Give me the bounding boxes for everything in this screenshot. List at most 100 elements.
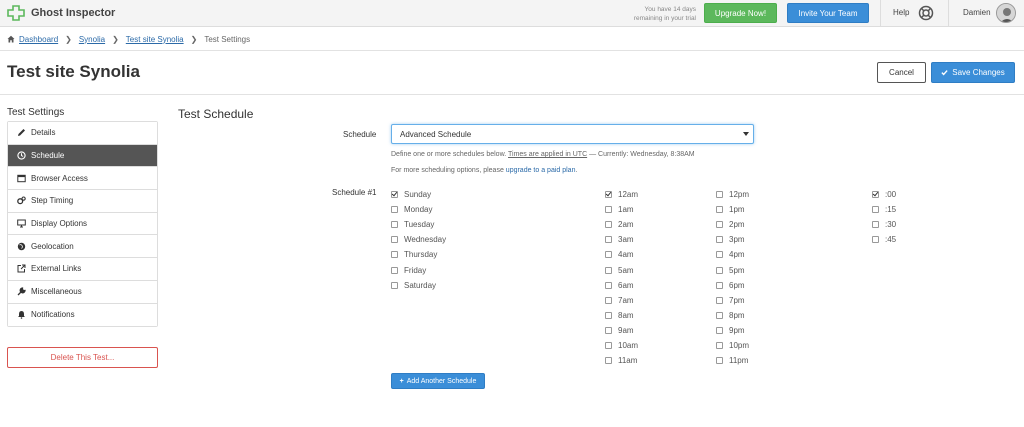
checkbox[interactable] <box>716 266 723 274</box>
checkbox[interactable] <box>391 266 398 274</box>
checkbox[interactable] <box>391 206 398 214</box>
day-checkbox[interactable]: Tuesday <box>391 217 446 232</box>
cancel-button[interactable]: Cancel <box>877 62 926 83</box>
hour-checkbox[interactable]: 3pm <box>716 232 749 247</box>
hour-checkbox[interactable]: 8pm <box>716 308 749 323</box>
hour-checkbox[interactable]: 12am <box>605 187 638 202</box>
minute-checkbox[interactable]: :15 <box>872 202 896 217</box>
checkbox[interactable] <box>605 266 612 274</box>
checkbox[interactable] <box>716 221 723 229</box>
save-changes-button[interactable]: Save Changes <box>931 62 1015 83</box>
sidebar-item-schedule[interactable]: Schedule <box>8 144 157 168</box>
hour-checkbox[interactable]: 5am <box>605 262 638 277</box>
breadcrumb-test-site[interactable]: Test site Synolia <box>126 35 184 44</box>
checkbox[interactable] <box>872 221 879 229</box>
sidebar-item-notifications[interactable]: Notifications <box>8 303 157 327</box>
sidebar-item-miscellaneous[interactable]: Miscellaneous <box>8 280 157 304</box>
checkbox[interactable] <box>605 326 612 334</box>
upgrade-plan-link[interactable]: upgrade to a paid plan <box>506 167 576 174</box>
hour-checkbox[interactable]: 2am <box>605 217 638 232</box>
user-menu[interactable]: Damien <box>963 8 991 17</box>
checkbox[interactable] <box>605 296 612 304</box>
lifering-icon[interactable] <box>918 5 934 21</box>
hours-pm-column: 12pm 1pm 2pm 3pm 4pm 5pm 6pm 7pm 8pm 9pm 10pm 11pm <box>716 187 749 368</box>
day-checkbox[interactable]: Monday <box>391 202 446 217</box>
checkbox[interactable] <box>716 191 723 199</box>
checkbox[interactable] <box>605 251 612 259</box>
breadcrumb-synolia[interactable]: Synolia <box>79 35 105 44</box>
hour-checkbox[interactable]: 7pm <box>716 293 749 308</box>
sidebar-item-browser-access[interactable]: Browser Access <box>8 167 157 191</box>
hour-checkbox[interactable]: 11pm <box>716 353 749 368</box>
sidebar-item-step-timing[interactable]: Step Timing <box>8 190 157 213</box>
checkbox[interactable] <box>605 357 612 365</box>
checkbox[interactable] <box>605 191 612 199</box>
checkbox[interactable] <box>716 236 723 244</box>
invite-team-button[interactable]: Invite Your Team <box>787 3 869 23</box>
delete-test-button[interactable]: Delete This Test... <box>7 347 158 368</box>
minute-checkbox[interactable]: :00 <box>872 187 896 202</box>
minute-checkbox[interactable]: :45 <box>872 232 896 247</box>
checkbox[interactable] <box>716 281 723 289</box>
checkbox[interactable] <box>605 281 612 289</box>
hour-checkbox[interactable]: 1pm <box>716 202 749 217</box>
hour-checkbox[interactable]: 12pm <box>716 187 749 202</box>
sidebar-item-geolocation[interactable]: Geolocation <box>8 235 157 259</box>
day-checkbox[interactable]: Sunday <box>391 187 446 202</box>
day-checkbox[interactable]: Friday <box>391 262 446 277</box>
checkbox[interactable] <box>716 357 723 365</box>
sidebar-item-external-links[interactable]: External Links <box>8 258 157 281</box>
hour-checkbox[interactable]: 2pm <box>716 217 749 232</box>
sidebar-item-details[interactable]: Details <box>8 122 157 145</box>
checkbox[interactable] <box>605 206 612 214</box>
checkbox[interactable] <box>716 206 723 214</box>
hour-checkbox[interactable]: 7am <box>605 293 638 308</box>
day-checkbox[interactable]: Wednesday <box>391 232 446 247</box>
brand-name[interactable]: Ghost Inspector <box>31 7 115 19</box>
checkbox[interactable] <box>716 341 723 349</box>
checkbox[interactable] <box>716 326 723 334</box>
hour-checkbox[interactable]: 5pm <box>716 262 749 277</box>
sidebar-item-display-options[interactable]: Display Options <box>8 212 157 236</box>
hour-checkbox[interactable]: 3am <box>605 232 638 247</box>
hour-checkbox[interactable]: 4pm <box>716 247 749 262</box>
hour-checkbox[interactable]: 10am <box>605 338 638 353</box>
utc-info-link[interactable]: Times are applied in UTC <box>508 151 587 158</box>
checkbox[interactable] <box>872 206 879 214</box>
checkbox[interactable] <box>605 341 612 349</box>
day-checkbox[interactable]: Thursday <box>391 247 446 262</box>
checkbox[interactable] <box>605 221 612 229</box>
hour-checkbox[interactable]: 6pm <box>716 278 749 293</box>
schedule-type-select[interactable]: Advanced Schedule <box>391 124 754 144</box>
avatar[interactable] <box>996 3 1016 23</box>
hour-checkbox[interactable]: 1am <box>605 202 638 217</box>
hour-checkbox[interactable]: 11am <box>605 353 638 368</box>
hour-checkbox[interactable]: 4am <box>605 247 638 262</box>
ghost-logo-icon[interactable] <box>7 5 25 21</box>
checkbox[interactable] <box>391 281 398 289</box>
checkbox[interactable] <box>872 236 879 244</box>
checkbox[interactable] <box>605 236 612 244</box>
add-schedule-button[interactable]: + Add Another Schedule <box>391 373 485 389</box>
hour-checkbox[interactable]: 6am <box>605 278 638 293</box>
breadcrumb-dashboard[interactable]: Dashboard <box>19 35 58 44</box>
checkbox[interactable] <box>716 296 723 304</box>
schedule-help-text: Define one or more schedules below. Time… <box>391 151 695 158</box>
help-link[interactable]: Help <box>893 8 909 17</box>
checkbox[interactable] <box>716 251 723 259</box>
hour-checkbox[interactable]: 9am <box>605 323 638 338</box>
minute-checkbox[interactable]: :30 <box>872 217 896 232</box>
checkbox[interactable] <box>391 236 398 244</box>
checkbox[interactable] <box>391 251 398 259</box>
hour-checkbox[interactable]: 8am <box>605 308 638 323</box>
checkbox[interactable] <box>605 311 612 319</box>
checkbox[interactable] <box>391 191 398 199</box>
divider <box>948 0 949 27</box>
checkbox[interactable] <box>872 191 879 199</box>
day-checkbox[interactable]: Saturday <box>391 278 446 293</box>
hour-checkbox[interactable]: 9pm <box>716 323 749 338</box>
checkbox[interactable] <box>391 221 398 229</box>
checkbox[interactable] <box>716 311 723 319</box>
upgrade-button[interactable]: Upgrade Now! <box>704 3 777 23</box>
hour-checkbox[interactable]: 10pm <box>716 338 749 353</box>
